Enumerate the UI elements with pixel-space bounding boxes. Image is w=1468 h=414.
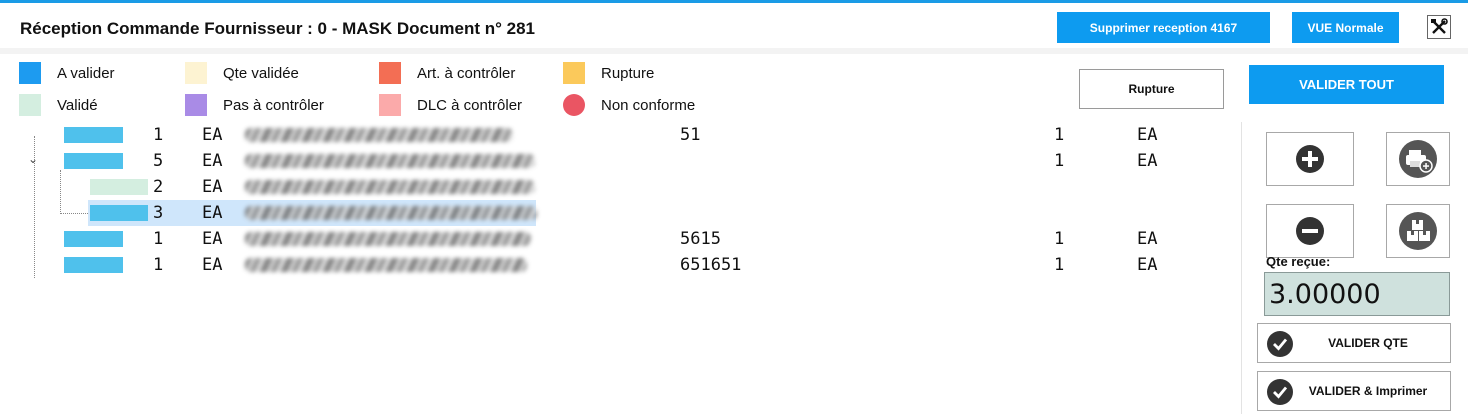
legend-label: Validé [57, 96, 98, 114]
print-add-icon [1399, 140, 1437, 178]
legend-item: Art. à contrôler [379, 62, 515, 84]
validate-all-button[interactable]: VALIDER TOUT [1249, 65, 1444, 104]
legend-label: Pas à contrôler [223, 96, 324, 114]
row-unit: EA [202, 255, 223, 275]
row-qty: 3 [153, 203, 164, 223]
row-qty: 1 [153, 125, 164, 145]
check-circle-icon [1267, 331, 1293, 357]
table-row[interactable]: 1 EA 51 1 EA [0, 122, 1240, 148]
table-row[interactable]: ⌄ 5 EA 1 EA [0, 148, 1240, 174]
validate-print-label: VALIDER & Imprimer [1308, 384, 1428, 398]
legend-swatch [563, 94, 585, 116]
legend-item: DLC à contrôler [379, 94, 522, 116]
row-received-unit: EA [1137, 229, 1158, 249]
received-qty-input[interactable]: 3.00000 [1264, 272, 1450, 316]
row-received-unit: EA [1137, 255, 1158, 275]
redacted-label [245, 128, 513, 142]
redacted-label [245, 258, 527, 272]
row-reference: 651651 [680, 255, 742, 275]
boxes-button[interactable] [1386, 204, 1450, 258]
status-bar [64, 257, 123, 273]
minus-icon [1296, 217, 1324, 245]
tools-icon [1431, 18, 1448, 34]
table-row[interactable]: 1 EA 651651 1 EA [0, 252, 1240, 278]
rupture-button[interactable]: Rupture [1079, 69, 1224, 109]
legend-label: A valider [57, 64, 115, 82]
row-unit: EA [202, 151, 223, 171]
legend-swatch [185, 62, 207, 84]
row-received-qty: 1 [1054, 125, 1065, 145]
chevron-down-icon[interactable]: ⌄ [28, 152, 38, 166]
legend-item: Qte validée [185, 62, 299, 84]
legend-label: Art. à contrôler [417, 64, 516, 82]
redacted-label [245, 206, 537, 220]
legend-item: A valider [19, 62, 115, 84]
plus-icon [1296, 145, 1324, 173]
row-unit: EA [202, 203, 223, 223]
received-qty-label: Qte reçue: [1266, 254, 1331, 269]
row-reference: 51 [680, 125, 701, 145]
redacted-label [245, 180, 535, 194]
legend-item: Rupture [563, 62, 654, 84]
legend-item: Non conforme [563, 94, 695, 116]
row-received-unit: EA [1137, 151, 1158, 171]
legend-label: DLC à contrôler [417, 96, 523, 114]
row-qty: 2 [153, 177, 164, 197]
legend-swatch [19, 62, 41, 84]
table-row[interactable]: 2 EA [0, 174, 1240, 200]
legend-label: Rupture [601, 64, 655, 82]
row-reference: 5615 [680, 229, 721, 249]
row-unit: EA [202, 229, 223, 249]
table-row[interactable]: 1 EA 5615 1 EA [0, 226, 1240, 252]
legend-label: Qte validée [223, 64, 299, 82]
header-bar: Réception Commande Fournisseur : 0 - MAS… [0, 3, 1468, 49]
row-received-qty: 1 [1054, 229, 1065, 249]
header-separator [0, 48, 1468, 54]
status-bar [90, 205, 148, 221]
row-unit: EA [202, 177, 223, 197]
print-add-button[interactable] [1386, 132, 1450, 186]
reception-tree: 1 EA 51 1 EA ⌄ 5 EA 1 EA 2 EA 3 EA 1 EA 5615 1 EA 1 EA 651651… [0, 122, 1240, 414]
legend-swatch [185, 94, 207, 116]
legend-swatch [19, 94, 41, 116]
row-received-qty: 1 [1054, 255, 1065, 275]
validate-qty-button[interactable]: VALIDER QTE [1257, 323, 1451, 363]
status-bar [64, 127, 123, 143]
row-received-qty: 1 [1054, 151, 1065, 171]
legend-item: Validé [19, 94, 98, 116]
legend-swatch [379, 62, 401, 84]
row-qty: 1 [153, 255, 164, 275]
row-qty: 1 [153, 229, 164, 249]
legend-swatch [563, 62, 585, 84]
row-received-unit: EA [1137, 125, 1158, 145]
legend-label: Non conforme [601, 96, 696, 114]
tools-button[interactable] [1427, 15, 1451, 39]
table-row[interactable]: 3 EA [0, 200, 1240, 226]
status-bar [64, 231, 123, 247]
validate-print-button[interactable]: VALIDER & Imprimer [1257, 371, 1451, 411]
redacted-label [245, 154, 535, 168]
validate-qty-label: VALIDER QTE [1328, 336, 1408, 350]
legend-swatch [379, 94, 401, 116]
redacted-label [245, 232, 531, 246]
add-quantity-button[interactable] [1266, 132, 1354, 186]
view-mode-button[interactable]: VUE Normale [1292, 12, 1399, 43]
row-unit: EA [202, 125, 223, 145]
delete-reception-button[interactable]: Supprimer reception 4167 [1057, 12, 1270, 43]
status-bar [64, 153, 123, 169]
legend-item: Pas à contrôler [185, 94, 324, 116]
page-title: Réception Commande Fournisseur : 0 - MAS… [20, 19, 535, 38]
status-bar [90, 179, 148, 195]
check-circle-icon [1267, 379, 1293, 405]
remove-quantity-button[interactable] [1266, 204, 1354, 258]
boxes-icon [1399, 212, 1437, 250]
row-qty: 5 [153, 151, 164, 171]
